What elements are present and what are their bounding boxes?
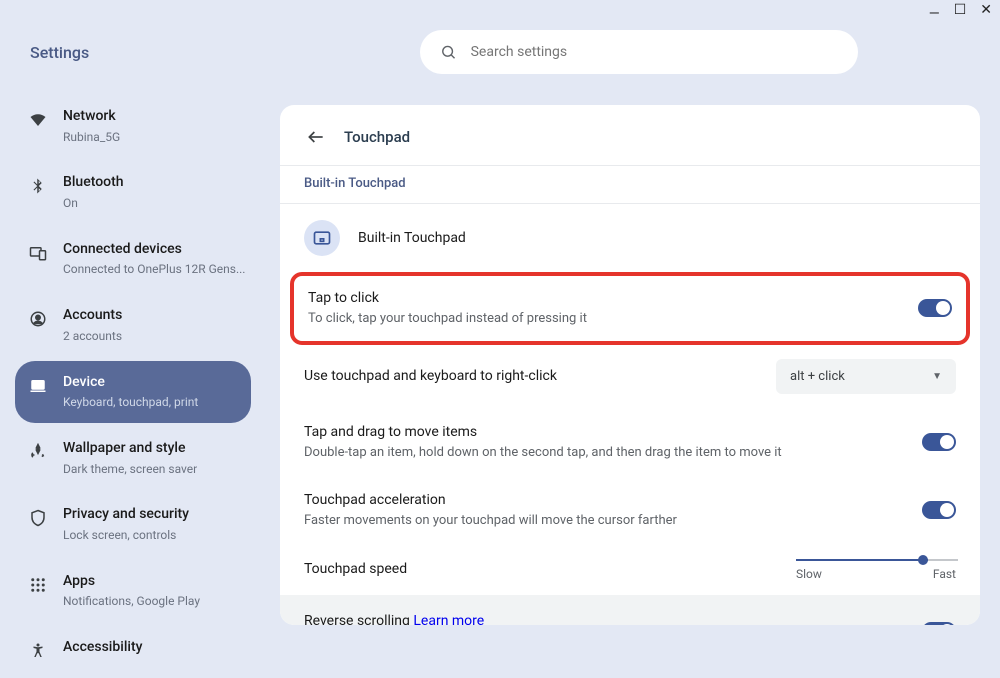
- page-title: Touchpad: [344, 128, 410, 146]
- accessibility-icon: [27, 640, 49, 662]
- slider-min-label: Slow: [796, 567, 822, 581]
- sidebar-item-label: Wallpaper and style: [63, 439, 197, 459]
- setting-tap-to-click: Tap to click To click, tap your touchpad…: [290, 272, 970, 345]
- setting-acceleration: Touchpad acceleration Faster movements o…: [280, 476, 980, 545]
- sidebar-item-network[interactable]: Network Rubina_5G: [15, 95, 251, 157]
- touchpad-icon: [304, 220, 340, 256]
- sidebar-item-label: Network: [63, 107, 120, 127]
- learn-more-link[interactable]: Learn more: [413, 613, 484, 626]
- setting-sub: Faster movements on your touchpad will m…: [304, 511, 677, 531]
- device-label: Built-in Touchpad: [358, 230, 466, 246]
- wallpaper-icon: [27, 441, 49, 463]
- setting-title: Touchpad acceleration: [304, 490, 677, 511]
- setting-sub: Double-tap an item, hold down on the sec…: [304, 443, 782, 463]
- sidebar-item-label: Device: [63, 373, 198, 393]
- tap-drag-toggle[interactable]: [922, 433, 956, 451]
- search-input[interactable]: [471, 44, 838, 60]
- bluetooth-icon: [27, 175, 49, 197]
- sidebar-item-wallpaper[interactable]: Wallpaper and style Dark theme, screen sa…: [15, 427, 251, 489]
- setting-title: Reverse scrolling Learn more: [304, 611, 495, 626]
- section-header: Built-in Touchpad: [280, 165, 980, 204]
- sidebar-item-sub: Keyboard, touchpad, print: [63, 394, 198, 411]
- maximize-button[interactable]: ☐: [954, 2, 967, 18]
- devices-icon: [27, 242, 49, 264]
- sidebar-item-bluetooth[interactable]: Bluetooth On: [15, 161, 251, 223]
- device-row[interactable]: Built-in Touchpad: [280, 204, 980, 272]
- chevron-down-icon: ▼: [932, 371, 942, 382]
- slider-max-label: Fast: [933, 567, 956, 581]
- account-icon: [27, 308, 49, 330]
- sidebar-item-privacy[interactable]: Privacy and security Lock screen, control…: [15, 493, 251, 555]
- reverse-scrolling-toggle[interactable]: [922, 622, 956, 625]
- right-click-dropdown[interactable]: alt + click ▼: [776, 359, 956, 394]
- setting-tap-drag: Tap and drag to move items Double-tap an…: [280, 408, 980, 477]
- sidebar-item-label: Accessibility: [63, 638, 142, 658]
- sidebar-item-apps[interactable]: AppsNotifications, Google Play: [15, 560, 251, 622]
- sidebar-item-sub: Notifications, Google Play: [63, 593, 200, 610]
- close-button[interactable]: ✕: [980, 2, 992, 18]
- sidebar-item-label: Accounts: [63, 306, 122, 326]
- sidebar-item-device[interactable]: DeviceKeyboard, touchpad, print: [15, 361, 251, 423]
- setting-reverse-scrolling: Reverse scrolling Learn more Swipe up to…: [280, 595, 980, 626]
- setting-speed: Touchpad speed Slow Fast: [280, 545, 980, 595]
- apps-icon: [27, 574, 49, 596]
- setting-sub: To click, tap your touchpad instead of p…: [308, 309, 587, 329]
- setting-title: Tap to click: [308, 288, 587, 309]
- laptop-icon: [27, 375, 49, 397]
- speed-slider[interactable]: [796, 559, 956, 561]
- sidebar: Network Rubina_5G Bluetooth On Connected d…: [0, 95, 266, 678]
- sidebar-item-sub: On: [63, 195, 124, 212]
- sidebar-item-label: Bluetooth: [63, 173, 124, 193]
- sidebar-item-sub: Connected to OnePlus 12R Gens...: [63, 261, 245, 278]
- tap-to-click-toggle[interactable]: [918, 299, 952, 317]
- sidebar-item-label: Privacy and security: [63, 505, 189, 525]
- sidebar-item-sub: Lock screen, controls: [63, 527, 189, 544]
- main-content: Touchpad Built-in Touchpad Built-in Touc…: [280, 105, 980, 625]
- sidebar-item-label: Connected devices: [63, 240, 245, 260]
- back-arrow-icon: [306, 127, 326, 147]
- shield-icon: [27, 507, 49, 529]
- setting-title: Use touchpad and keyboard to right-click: [304, 366, 557, 387]
- sidebar-item-sub: Rubina_5G: [63, 129, 120, 146]
- sidebar-item-accessibility[interactable]: Accessibility: [15, 626, 251, 674]
- sidebar-item-label: Apps: [63, 572, 200, 592]
- app-title: Settings: [30, 43, 420, 62]
- sidebar-item-sub: Dark theme, screen saver: [63, 461, 197, 478]
- search-icon: [440, 43, 457, 61]
- back-button[interactable]: [304, 125, 328, 149]
- search-box[interactable]: [420, 30, 858, 74]
- setting-title: Touchpad speed: [304, 559, 407, 580]
- sidebar-item-connected-devices[interactable]: Connected devicesConnected to OnePlus 12…: [15, 228, 251, 290]
- dropdown-value: alt + click: [790, 369, 845, 384]
- window-titlebar: — ☐ ✕: [0, 0, 1000, 20]
- minimize-button[interactable]: —: [929, 0, 940, 22]
- setting-title: Tap and drag to move items: [304, 422, 782, 443]
- wifi-icon: [27, 109, 49, 131]
- acceleration-toggle[interactable]: [922, 501, 956, 519]
- sidebar-item-accounts[interactable]: Accounts 2 accounts: [15, 294, 251, 356]
- setting-right-click: Use touchpad and keyboard to right-click…: [280, 345, 980, 408]
- sidebar-item-sub: 2 accounts: [63, 328, 122, 345]
